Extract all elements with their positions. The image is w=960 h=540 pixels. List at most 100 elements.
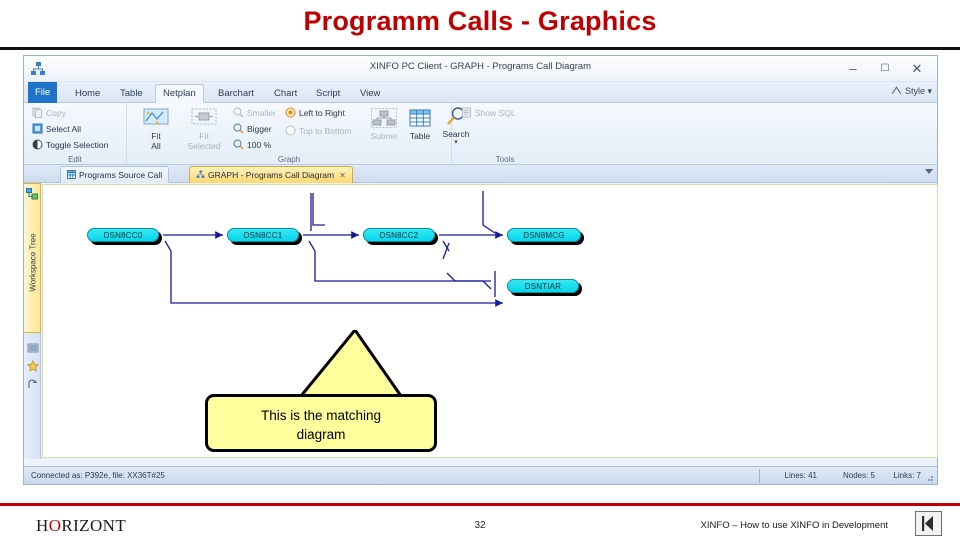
doctab-graph-programs-call-diagram[interactable]: GRAPH - Programs Call Diagram ✕ bbox=[189, 166, 353, 183]
toggle-selection-icon bbox=[32, 139, 43, 150]
graph-table-button[interactable]: Table bbox=[403, 108, 437, 142]
toggle-selection-label: Toggle Selection bbox=[46, 140, 109, 150]
subnet-label: Subnet bbox=[370, 131, 398, 141]
zoom-in-icon bbox=[233, 123, 244, 134]
callout-bubble: This is the matching diagram bbox=[205, 394, 437, 452]
select-all-icon bbox=[32, 123, 43, 134]
ribbon-tab-table[interactable]: Table bbox=[113, 84, 150, 103]
toggle-selection-button[interactable]: Toggle Selection bbox=[32, 139, 108, 152]
table-icon bbox=[67, 170, 76, 179]
fit-all-icon bbox=[143, 108, 169, 125]
zoom-level-label: 100 % bbox=[247, 140, 272, 150]
callout-line2: diagram bbox=[296, 427, 346, 442]
subnet-button[interactable]: Subnet bbox=[365, 108, 403, 142]
fit-selected-label-line2: Selected bbox=[187, 140, 221, 151]
fit-all-label-line2: All bbox=[151, 140, 161, 151]
style-icon bbox=[891, 86, 902, 95]
radio-unselected-icon bbox=[285, 125, 296, 136]
select-all-button[interactable]: Select All bbox=[32, 123, 81, 136]
back-arrow-icon bbox=[922, 516, 933, 531]
diagram-node[interactable]: DSN8CC1 bbox=[227, 228, 299, 242]
diagram-canvas[interactable]: DSN8CC0 DSN8CC1 DSN8CC2 DSN8MCG DSNTIAR … bbox=[42, 184, 938, 458]
list-icon[interactable] bbox=[27, 341, 39, 353]
chevron-down-icon: ▾ bbox=[927, 86, 932, 96]
fit-selected-icon bbox=[191, 108, 217, 125]
smaller-label: Smaller bbox=[247, 108, 276, 118]
callout-tail bbox=[297, 330, 404, 398]
subnet-icon bbox=[371, 108, 397, 128]
copy-button[interactable]: Copy bbox=[32, 107, 66, 120]
style-button[interactable]: Style ▾ bbox=[891, 85, 932, 97]
diagram-node[interactable]: DSN8CC2 bbox=[363, 228, 435, 242]
ribbon-tab-chart[interactable]: Chart bbox=[267, 84, 304, 103]
show-sql-button[interactable]: Show SQL bbox=[461, 107, 516, 120]
window-titlebar: XINFO PC Client - GRAPH - Programs Call … bbox=[24, 56, 937, 82]
arrow-redo-icon[interactable] bbox=[27, 377, 39, 389]
status-divider bbox=[759, 469, 760, 483]
zoom-out-icon bbox=[233, 107, 244, 118]
ribbon-tab-strip: File Home Table Netplan Barchart Chart S… bbox=[24, 82, 937, 103]
zoom-level-button[interactable]: 100 % bbox=[233, 139, 271, 152]
lines-count: Lines: 41 bbox=[784, 471, 817, 480]
minimize-button[interactable]: – bbox=[837, 56, 869, 82]
doctab-label: Programs Source Call bbox=[79, 170, 163, 180]
workspace-tree-tab[interactable]: Workspace Tree bbox=[24, 183, 41, 333]
doctab-programs-source-call[interactable]: Programs Source Call bbox=[60, 166, 170, 183]
smaller-button[interactable]: Smaller bbox=[233, 107, 276, 120]
footer-divider bbox=[0, 503, 960, 506]
zoom-reset-icon bbox=[233, 139, 244, 150]
left-to-right-radio[interactable]: Left to Right bbox=[285, 107, 345, 120]
sql-icon bbox=[462, 107, 471, 118]
window-title: XINFO PC Client - GRAPH - Programs Call … bbox=[369, 61, 592, 72]
diagram-node[interactable]: DSN8CC0 bbox=[87, 228, 159, 242]
maximize-button[interactable]: ☐ bbox=[869, 56, 901, 82]
resize-grip-icon[interactable] bbox=[924, 472, 934, 482]
select-all-label: Select All bbox=[46, 124, 81, 134]
connection-status: Connected as: P392e, file: XX36T#25 bbox=[31, 471, 165, 480]
links-count: Links: 7 bbox=[893, 471, 921, 480]
footer-note: XINFO – How to use XINFO in Development bbox=[700, 520, 888, 531]
diagram-links bbox=[163, 191, 503, 307]
radio-selected-icon bbox=[285, 107, 296, 118]
document-tab-bar: Programs Source Call GRAPH - Programs Ca… bbox=[24, 165, 937, 183]
ribbon-group-edit: Copy Select All Toggle Selection Edit bbox=[24, 103, 127, 165]
ribbon-tab-netplan[interactable]: Netplan bbox=[155, 84, 204, 103]
star-icon[interactable] bbox=[26, 359, 40, 372]
table-icon bbox=[409, 109, 431, 127]
status-bar: Connected as: P392e, file: XX36T#25 Line… bbox=[24, 466, 937, 484]
page-title: Programm Calls - Graphics bbox=[303, 6, 657, 36]
top-to-bottom-label: Top to Bottom bbox=[299, 126, 352, 136]
title-divider bbox=[0, 47, 960, 50]
show-sql-label: Show SQL bbox=[475, 108, 516, 118]
application-window: XINFO PC Client - GRAPH - Programs Call … bbox=[23, 55, 938, 485]
ribbon-group-tools-label: Tools bbox=[495, 155, 515, 164]
tree-icon bbox=[26, 187, 38, 200]
left-to-right-label: Left to Right bbox=[299, 108, 345, 118]
fit-selected-button[interactable]: Fit Selected bbox=[182, 108, 226, 151]
doctab-close-icon[interactable]: ✕ bbox=[339, 171, 346, 180]
ribbon-group-graph-label: Graph bbox=[277, 155, 301, 164]
fit-all-button[interactable]: Fit All bbox=[139, 108, 173, 151]
fit-selected-label-line1: Fit bbox=[199, 131, 209, 141]
ribbon-tab-file[interactable]: File bbox=[28, 82, 58, 103]
ribbon-group-graph: Fit All Fit Selected Smaller Bigger 100 … bbox=[127, 103, 469, 165]
diagram-node[interactable]: DSNTIAR bbox=[507, 279, 579, 293]
callout-line1: This is the matching bbox=[260, 408, 382, 423]
diagram-node[interactable]: DSN8MCG bbox=[507, 228, 581, 242]
nav-back-button[interactable] bbox=[915, 511, 942, 536]
ribbon-tab-view[interactable]: View bbox=[353, 84, 387, 103]
top-to-bottom-radio[interactable]: Top to Bottom bbox=[285, 125, 351, 138]
ribbon-tab-barchart[interactable]: Barchart bbox=[211, 84, 261, 103]
close-button[interactable]: ✕ bbox=[901, 56, 933, 82]
ribbon-tab-home[interactable]: Home bbox=[68, 84, 107, 103]
style-label: Style bbox=[904, 86, 925, 96]
ribbon-group-tools: Show SQL Tools bbox=[452, 103, 558, 165]
ribbon-toolbar: Copy Select All Toggle Selection Edit Fi… bbox=[24, 103, 937, 165]
chevron-down-icon[interactable] bbox=[925, 169, 933, 174]
ribbon-tab-script[interactable]: Script bbox=[309, 84, 347, 103]
bigger-button[interactable]: Bigger bbox=[233, 123, 272, 136]
fit-all-label-line1: Fit bbox=[151, 131, 161, 141]
ribbon-group-edit-label: Edit bbox=[68, 155, 82, 164]
copy-icon bbox=[32, 107, 42, 118]
bigger-label: Bigger bbox=[247, 124, 272, 134]
